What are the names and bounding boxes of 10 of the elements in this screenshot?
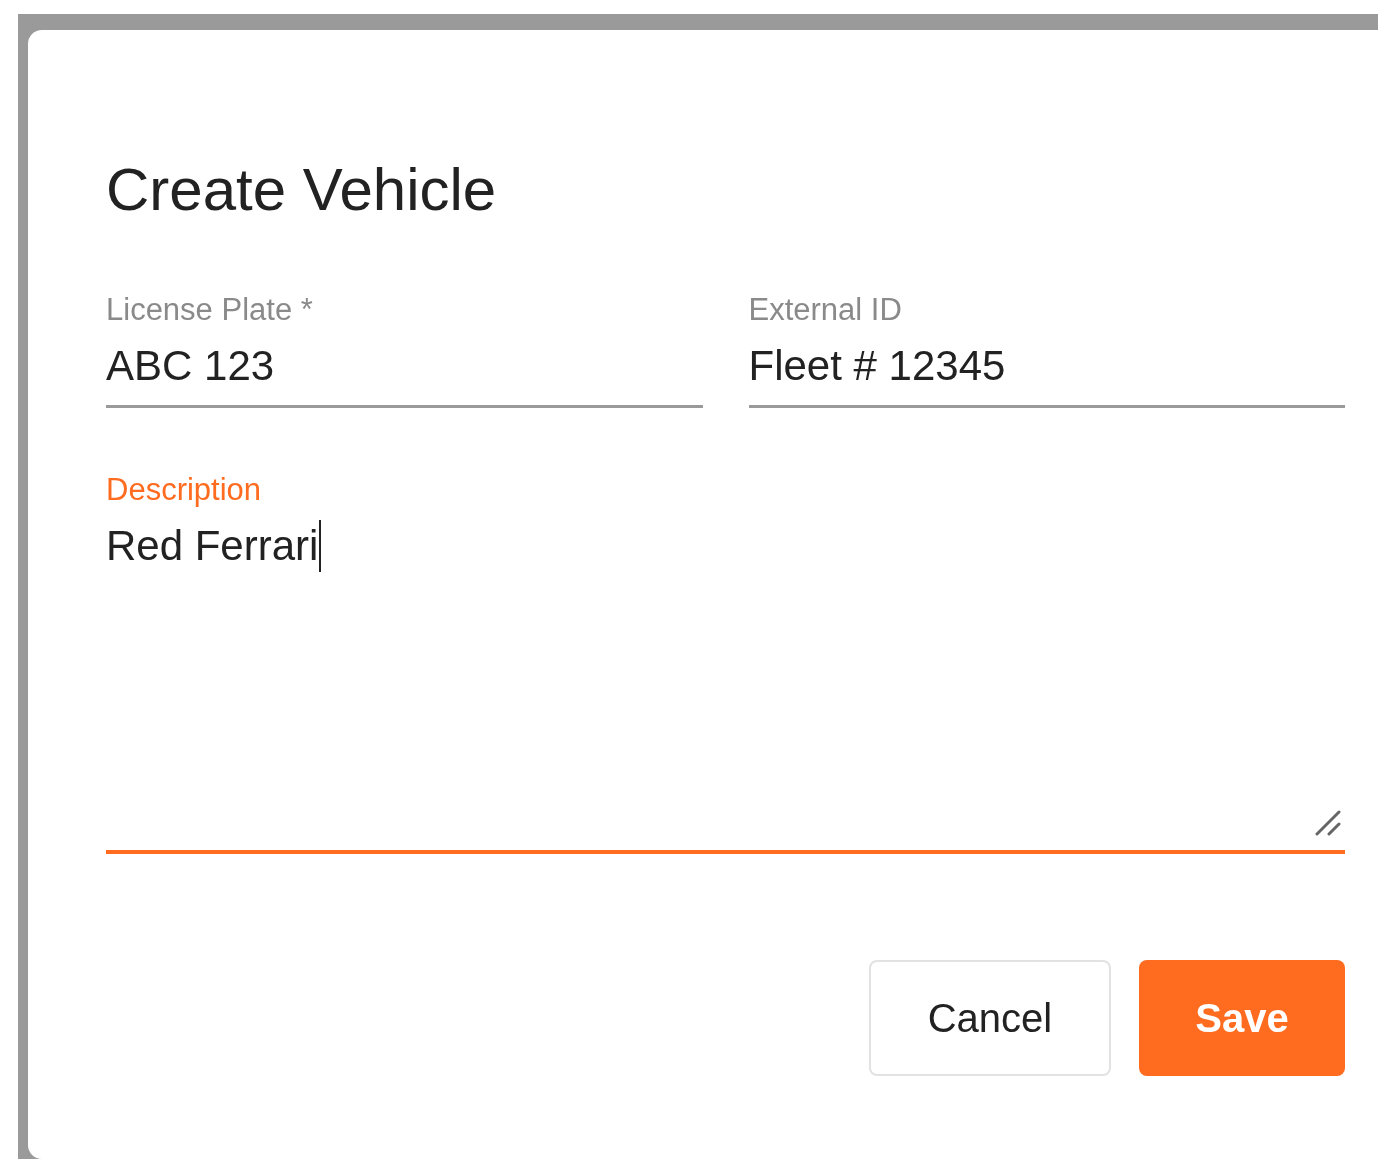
- resize-handle-icon[interactable]: [1315, 810, 1341, 836]
- dialog-title: Create Vehicle: [106, 155, 498, 225]
- cancel-button[interactable]: Cancel: [869, 960, 1111, 1076]
- field-label: Description: [106, 471, 262, 509]
- input-field[interactable]: Fleet # 12345: [748, 330, 1345, 408]
- input-field[interactable]: ABC 123: [106, 330, 703, 408]
- text-area[interactable]: Red Ferrari: [106, 510, 1345, 854]
- text-cursor: [319, 520, 322, 572]
- field-label: License Plate *: [106, 291, 313, 329]
- field-label: External ID: [748, 291, 902, 329]
